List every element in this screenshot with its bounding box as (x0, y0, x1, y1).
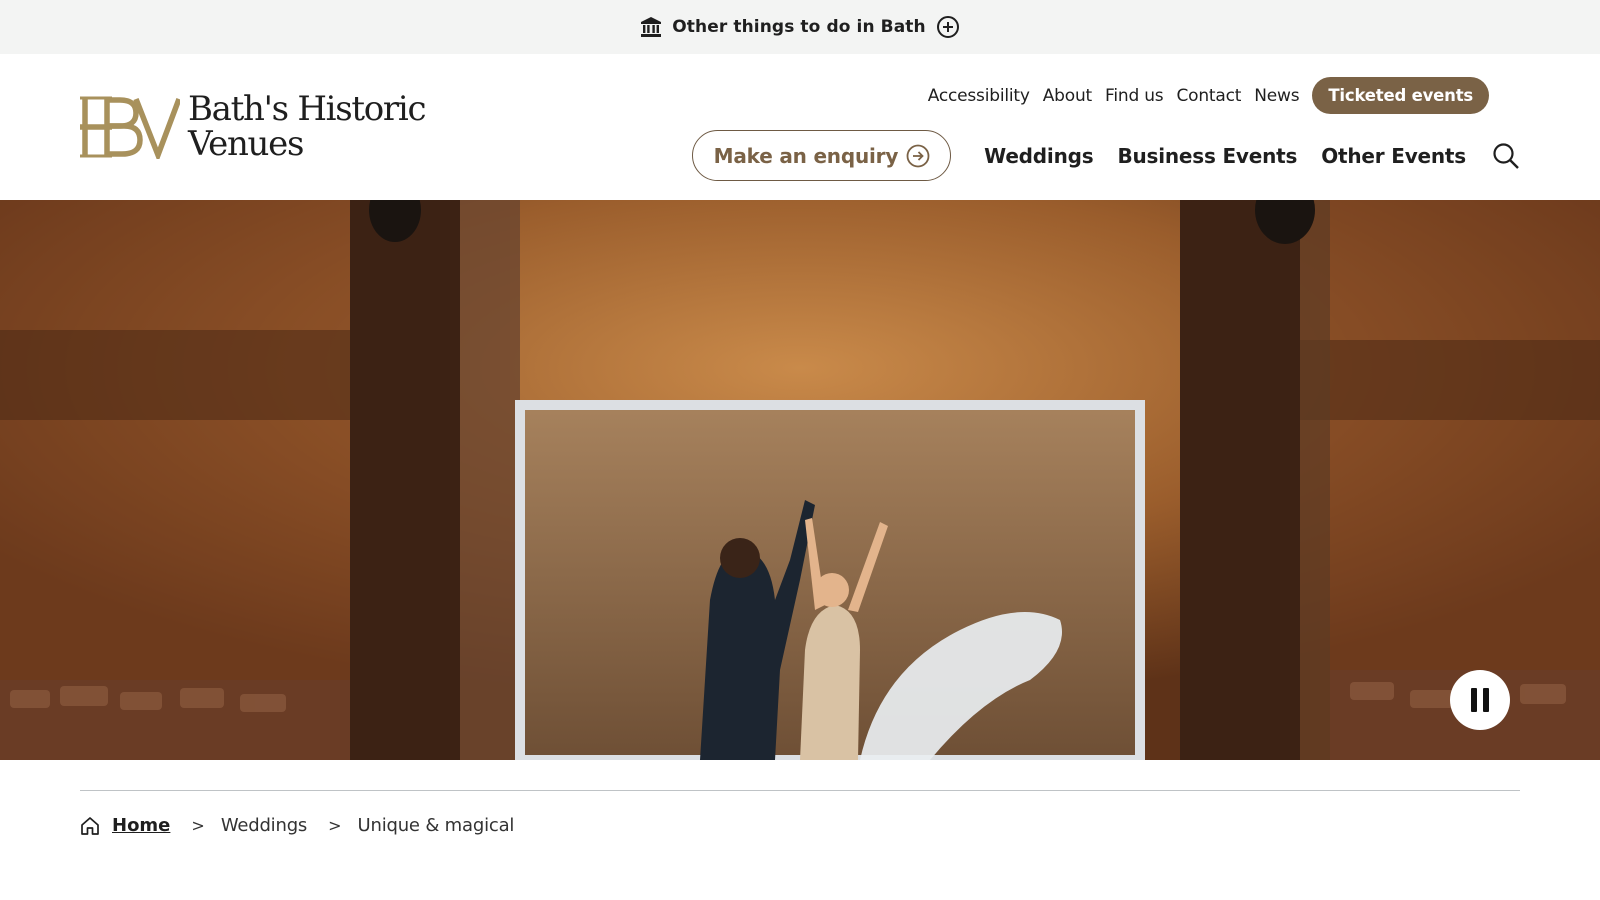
nav-other-events[interactable]: Other Events (1321, 144, 1466, 168)
hero-video (0, 200, 1600, 760)
top-announcement-bar: Other things to do in Bath (0, 0, 1600, 54)
logo-line-1: Bath's Historic (188, 89, 427, 129)
nav-business-events[interactable]: Business Events (1117, 144, 1297, 168)
breadcrumb-weddings[interactable]: Weddings (221, 815, 307, 836)
hero-wedding-photo (0, 200, 1600, 760)
breadcrumb-separator: > (328, 816, 342, 835)
logo-wordmark: Bath's Historic Venues (188, 89, 427, 164)
topbar-label: Other things to do in Bath (672, 17, 926, 37)
site-header: Bath's Historic Venues Accessibility Abo… (0, 54, 1600, 200)
breadcrumb-home[interactable]: Home (112, 815, 170, 836)
nav-about[interactable]: About (1043, 86, 1092, 106)
ticketed-events-button[interactable]: Ticketed events (1312, 77, 1489, 114)
make-enquiry-button[interactable]: Make an enquiry (691, 130, 952, 181)
home-icon (81, 816, 99, 835)
arrow-right-circle-icon (906, 144, 930, 167)
nav-find-us[interactable]: Find us (1105, 86, 1164, 106)
search-icon[interactable] (1492, 142, 1520, 170)
pause-video-button[interactable] (1450, 670, 1510, 730)
pause-icon-bar (1483, 688, 1489, 712)
logo-line-2: Venues (188, 124, 304, 164)
breadcrumb-divider (80, 790, 1520, 791)
other-things-to-do-link[interactable]: Other things to do in Bath (640, 15, 959, 39)
main-nav: Make an enquiry Weddings Business Events… (691, 130, 1520, 181)
breadcrumb-current-page: Unique & magical (357, 815, 515, 836)
breadcrumb: Home > Weddings > Unique & magical (80, 815, 514, 836)
museum-icon (641, 17, 662, 37)
nav-contact[interactable]: Contact (1176, 86, 1241, 106)
nav-accessibility[interactable]: Accessibility (928, 86, 1030, 106)
nav-weddings[interactable]: Weddings (984, 144, 1093, 168)
nav-news[interactable]: News (1254, 86, 1299, 106)
enquiry-label: Make an enquiry (713, 143, 899, 168)
utility-nav: Accessibility About Find us Contact News… (928, 77, 1489, 114)
site-logo[interactable]: Bath's Historic Venues (80, 89, 427, 164)
hbv-monogram-logo (80, 96, 180, 159)
pause-icon (1471, 688, 1477, 712)
breadcrumb-separator: > (191, 816, 205, 835)
plus-circle-icon (936, 16, 959, 38)
